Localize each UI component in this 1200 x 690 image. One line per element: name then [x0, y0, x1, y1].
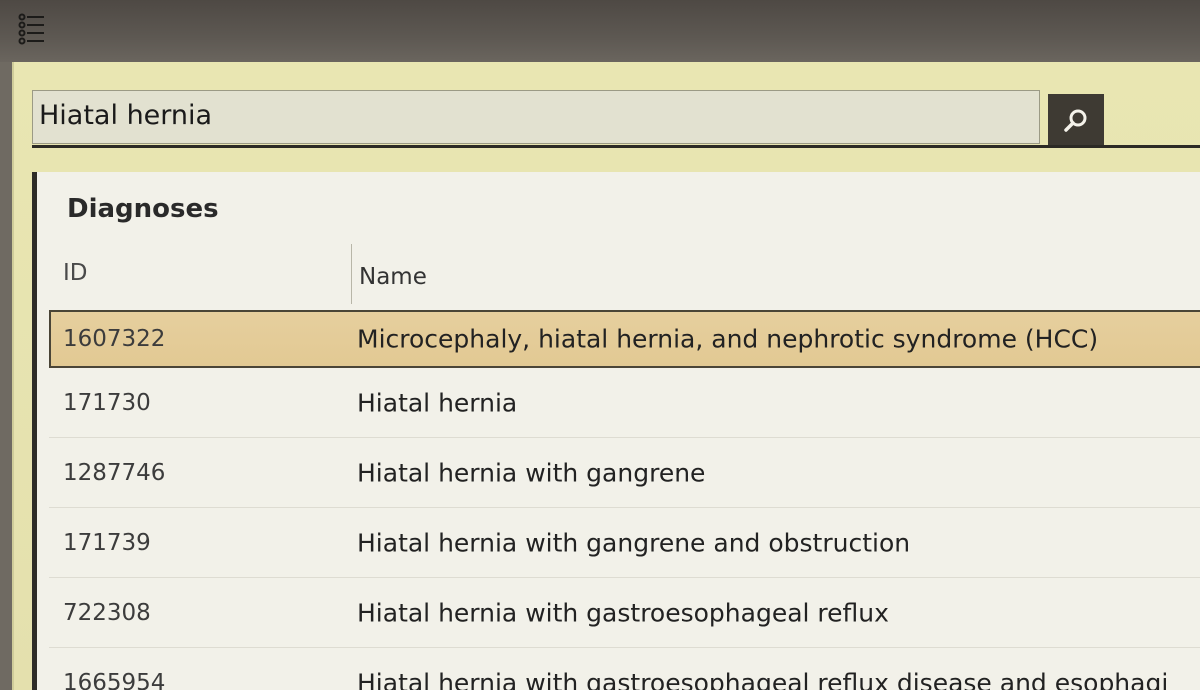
row-id: 1607322: [63, 326, 166, 352]
search-bar: [32, 90, 1200, 150]
row-id: 1287746: [63, 459, 166, 486]
column-header-id[interactable]: ID: [63, 260, 88, 286]
table-row[interactable]: 1665954 Hiatal hernia with gastroesophag…: [49, 648, 1200, 690]
row-id: 722308: [63, 599, 151, 626]
search-button[interactable]: [1048, 94, 1104, 148]
table-row[interactable]: 722308 Hiatal hernia with gastroesophage…: [49, 578, 1200, 648]
search-input[interactable]: [32, 90, 1040, 144]
row-id: 171739: [63, 529, 151, 556]
row-name: Hiatal hernia with gastroesophageal refl…: [357, 668, 1169, 690]
list-menu-icon[interactable]: [14, 8, 52, 46]
row-id: 1665954: [63, 669, 166, 690]
column-header-name[interactable]: Name: [359, 264, 427, 290]
table-row[interactable]: 1287746 Hiatal hernia with gangrene: [49, 438, 1200, 508]
row-id: 171730: [63, 389, 151, 416]
table-row[interactable]: 171739 Hiatal hernia with gangrene and o…: [49, 508, 1200, 578]
row-name: Hiatal hernia: [357, 388, 518, 417]
row-name: Hiatal hernia with gangrene and obstruct…: [357, 528, 911, 557]
title-bar: [0, 0, 1200, 62]
diagnoses-panel: Diagnoses ID Name 1607322 Microcephaly, …: [32, 172, 1200, 690]
main-window: Diagnoses ID Name 1607322 Microcephaly, …: [12, 62, 1200, 690]
table-row-selected[interactable]: 1607322 Microcephaly, hiatal hernia, and…: [49, 310, 1200, 368]
diagnoses-list: 1607322 Microcephaly, hiatal hernia, and…: [49, 310, 1200, 690]
table-row[interactable]: 171730 Hiatal hernia: [49, 368, 1200, 438]
panel-title: Diagnoses: [67, 194, 219, 224]
row-name: Microcephaly, hiatal hernia, and nephrot…: [357, 324, 1099, 354]
column-divider[interactable]: [351, 244, 352, 304]
search-underline: [32, 145, 1200, 148]
row-name: Hiatal hernia with gastroesophageal refl…: [357, 598, 889, 627]
row-name: Hiatal hernia with gangrene: [357, 458, 706, 487]
search-icon: [1064, 109, 1087, 132]
